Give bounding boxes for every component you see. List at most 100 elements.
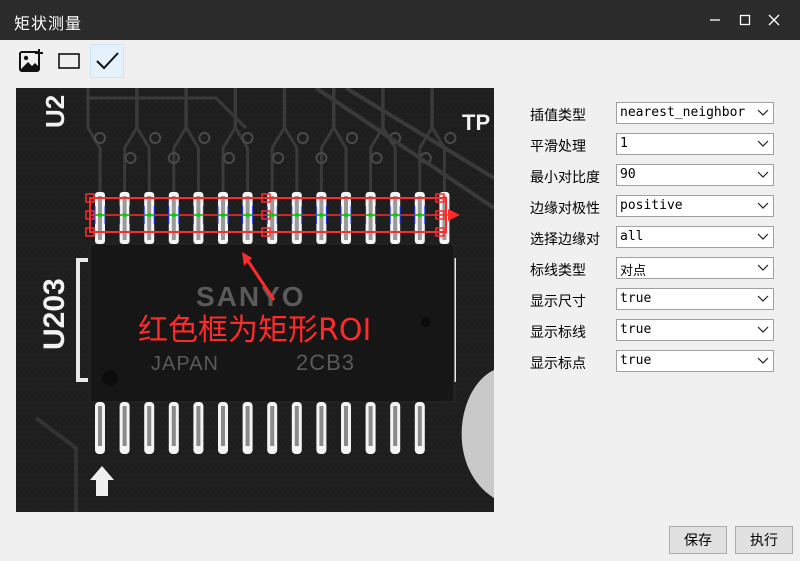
roi-annotation: 红色框为矩形ROI <box>138 313 371 348</box>
board-label-top-right: TP <box>462 110 490 135</box>
board-label-top-left: U2 <box>40 95 70 128</box>
line-type-select[interactable]: 对点 <box>616 257 774 279</box>
param-value: true <box>620 291 652 306</box>
title-bar: 矩状测量 <box>0 0 800 40</box>
minimize-button[interactable] <box>700 0 730 40</box>
chevron-down-icon <box>757 357 769 364</box>
chip-pin-bottom-shade <box>171 406 176 446</box>
show-lines-select[interactable]: true <box>616 319 774 341</box>
run-button[interactable]: 执行 <box>735 526 793 554</box>
chip-pin-top-shade <box>368 196 373 240</box>
close-button[interactable] <box>759 0 789 40</box>
chevron-down-icon <box>757 171 769 178</box>
chip-pin-top-shade <box>196 196 201 240</box>
chevron-down-icon <box>757 140 769 147</box>
chip-pin-top-shade <box>122 196 127 240</box>
param-label: 选择边缘对 <box>530 232 600 248</box>
chip-pin-top-shade <box>344 196 348 240</box>
chevron-down-icon <box>757 326 769 333</box>
pcb-image: SANYO JAPAN 2CB3 U203 U2 TP 红色框为矩形ROI <box>16 88 494 512</box>
board-label-u203: U203 <box>38 278 71 350</box>
show-size-select[interactable]: true <box>616 288 774 310</box>
param-row-edge-polarity: 边缘对极性 positive <box>530 195 776 219</box>
param-value: true <box>620 322 652 337</box>
chip-pin-bottom-shade <box>270 406 275 446</box>
chip-pin-bottom-shade <box>319 406 324 446</box>
chip-pin-top-shade <box>294 196 299 240</box>
param-value: all <box>620 229 644 244</box>
param-row-edge-pair: 选择边缘对 all <box>530 226 776 250</box>
chip-code: 2CB3 <box>296 350 355 375</box>
chip-pin-top-shade <box>270 196 275 240</box>
smoothing-select[interactable]: 1 <box>616 133 774 155</box>
interpolation-select[interactable]: nearest_neighbor <box>616 102 774 124</box>
show-points-select[interactable]: true <box>616 350 774 372</box>
param-label: 标线类型 <box>530 263 586 279</box>
chip-pin-bottom-shade <box>368 406 373 446</box>
close-icon <box>768 14 780 26</box>
min-contrast-select[interactable]: 90 <box>616 164 774 186</box>
param-value: nearest_neighbor <box>620 105 746 120</box>
param-label: 最小对比度 <box>530 170 600 186</box>
chip-pin-bottom-shade <box>196 406 201 446</box>
chip-pin-bottom-shade <box>98 406 102 446</box>
chip-pin-bottom-shade <box>221 406 225 446</box>
add-image-button[interactable] <box>14 44 48 78</box>
chip-pin-bottom-shade <box>344 406 348 446</box>
checkmark-icon <box>96 52 119 70</box>
chevron-down-icon <box>757 202 769 209</box>
chip-pin-top-shade <box>245 196 250 240</box>
param-row-show-size: 显示尺寸 true <box>530 288 776 312</box>
maximize-button[interactable] <box>730 0 760 40</box>
edge-pair-select[interactable]: all <box>616 226 774 248</box>
chip-origin: JAPAN <box>151 353 219 375</box>
param-row-interpolation: 插值类型 nearest_neighbor <box>530 102 776 126</box>
param-label: 显示标点 <box>530 356 586 372</box>
param-row-show-points: 显示标点 true <box>530 350 776 374</box>
chip-pins-top <box>95 192 450 244</box>
save-button[interactable]: 保存 <box>669 526 727 554</box>
param-value: 90 <box>620 167 636 182</box>
param-label: 显示尺寸 <box>530 294 586 310</box>
chevron-down-icon <box>757 109 769 116</box>
chip-pin-bottom-shade <box>393 406 398 446</box>
chip-pin-top-shade <box>221 196 225 240</box>
param-value: 1 <box>620 136 628 151</box>
param-label: 插值类型 <box>530 108 586 124</box>
param-label: 平滑处理 <box>530 139 586 155</box>
chip-pin-bottom-shade <box>122 406 127 446</box>
draw-rectangle-button[interactable] <box>52 44 86 78</box>
toolbar <box>14 44 124 78</box>
param-row-smoothing: 平滑处理 1 <box>530 133 776 157</box>
chip-pin-top-shade <box>319 196 324 240</box>
chip-pin-bottom-shade <box>245 406 250 446</box>
chip-pin-top-shade <box>147 196 152 240</box>
param-row-show-lines: 显示标线 true <box>530 319 776 343</box>
chip-pin-bottom-shade <box>294 406 299 446</box>
param-value: true <box>620 353 652 368</box>
chevron-down-icon <box>757 233 769 240</box>
confirm-button[interactable] <box>90 44 124 78</box>
param-row-line-type: 标线类型 对点 <box>530 257 776 281</box>
image-viewer[interactable]: SANYO JAPAN 2CB3 U203 U2 TP 红色框为矩形ROI <box>16 88 494 512</box>
minimize-icon <box>710 19 720 21</box>
chevron-down-icon <box>757 295 769 302</box>
edge-polarity-select[interactable]: positive <box>616 195 774 217</box>
param-row-min-contrast: 最小对比度 90 <box>530 164 776 188</box>
window-title: 矩状测量 <box>14 14 83 33</box>
chip-pin1-dot <box>102 370 118 386</box>
chip-notch <box>421 317 431 327</box>
param-label: 显示标线 <box>530 325 586 341</box>
chip-brand: SANYO <box>196 281 306 312</box>
chip-pin-top-shade <box>393 196 398 240</box>
chevron-down-icon <box>757 264 769 271</box>
chip-pin-top-shade <box>98 196 102 240</box>
chip-pin-top-shade <box>417 196 422 240</box>
chip-pin-bottom-shade <box>417 406 422 446</box>
maximize-icon <box>739 14 751 26</box>
chip-pin-top-shade <box>171 196 176 240</box>
param-value: 对点 <box>620 264 647 279</box>
param-value: positive <box>620 198 683 213</box>
param-label: 边缘对极性 <box>530 201 600 217</box>
chip-pin-bottom-shade <box>147 406 152 446</box>
